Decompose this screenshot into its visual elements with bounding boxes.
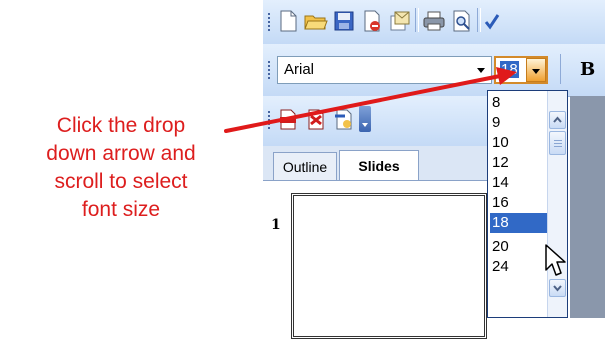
caption-line-1: Click the drop: [56, 114, 186, 137]
scroll-up-button[interactable]: [549, 111, 566, 129]
toolbar-options-icon[interactable]: [359, 106, 371, 132]
font-size-dropdown-button[interactable]: [526, 58, 546, 82]
font-name-combo[interactable]: Arial: [277, 56, 492, 84]
bold-button[interactable]: B: [580, 59, 595, 80]
toolbar-separator: [415, 8, 419, 32]
mouse-cursor-icon: [545, 244, 566, 276]
open-folder-icon[interactable]: [303, 8, 329, 34]
document-area: [570, 96, 605, 318]
print-icon[interactable]: [421, 8, 447, 34]
tab-slides[interactable]: Slides: [339, 150, 419, 180]
font-size-combo[interactable]: 18: [494, 56, 548, 84]
tab-slides-label: Slides: [358, 157, 400, 174]
email-icon[interactable]: [387, 8, 413, 34]
annotation-caption: Click the drop down arrow and scroll to …: [8, 112, 234, 224]
font-size-list[interactable]: 8 9 10 12 14 16 18 20 24: [487, 90, 568, 318]
pdf-review-icon[interactable]: [331, 106, 357, 132]
pane-tab-strip: Outline Slides: [263, 146, 491, 180]
chevron-down-icon: [477, 68, 485, 73]
font-name-value: Arial: [284, 61, 315, 78]
pdf-create-icon[interactable]: [275, 106, 301, 132]
scroll-down-button[interactable]: [549, 279, 566, 297]
caption-line-2: down arrow and: [46, 142, 196, 165]
save-icon[interactable]: [331, 8, 357, 34]
scroll-thumb[interactable]: [549, 131, 566, 155]
list-scrollbar[interactable]: [547, 91, 567, 317]
spelling-icon[interactable]: [483, 8, 501, 34]
toolbar-grip[interactable]: [267, 110, 271, 130]
chevron-down-icon: [532, 69, 540, 74]
chevron-down-icon: [553, 285, 562, 292]
font-name-dropdown-button[interactable]: [471, 57, 491, 83]
tab-outline[interactable]: Outline: [273, 152, 337, 180]
new-document-icon[interactable]: [275, 8, 301, 34]
toolbar-grip[interactable]: [267, 60, 271, 80]
toolbar-separator: [477, 8, 481, 32]
caption-line-3: scroll to select: [54, 170, 188, 193]
permission-icon[interactable]: [359, 8, 385, 34]
pane-toolbar: [263, 96, 491, 146]
slides-pane: 1: [263, 180, 491, 339]
slide-thumbnail[interactable]: [291, 193, 487, 339]
font-size-value[interactable]: 18: [500, 61, 519, 78]
tab-outline-label: Outline: [282, 158, 328, 175]
slide-number: 1: [271, 217, 281, 233]
print-preview-icon[interactable]: [449, 8, 475, 34]
standard-toolbar: [263, 0, 605, 45]
toolbar-grip[interactable]: [267, 12, 271, 32]
caption-line-4: font size: [81, 198, 161, 221]
chevron-up-icon: [553, 116, 562, 123]
toolbar-separator: [560, 54, 561, 84]
pdf-email-icon[interactable]: [303, 106, 329, 132]
